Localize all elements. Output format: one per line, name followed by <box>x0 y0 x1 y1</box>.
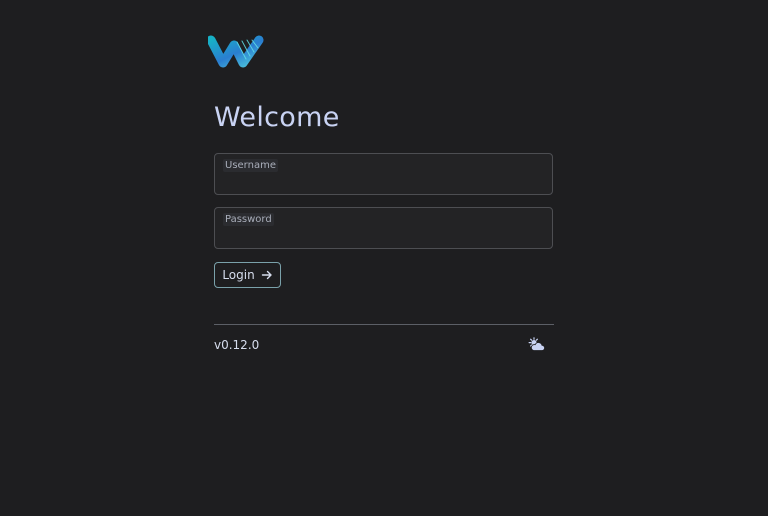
username-input[interactable] <box>225 173 543 191</box>
version-label: v0.12.0 <box>214 338 260 352</box>
login-button-label: Login <box>222 268 255 282</box>
password-field[interactable]: Password <box>214 207 553 249</box>
footer-divider <box>214 324 554 325</box>
username-field[interactable]: Username <box>214 153 553 195</box>
arrow-right-icon <box>261 270 272 280</box>
login-page: Welcome Username Password Login v0.12.0 <box>0 0 768 516</box>
sun-cloud-icon[interactable] <box>528 337 545 352</box>
password-label: Password <box>223 213 274 226</box>
username-label: Username <box>223 159 278 172</box>
password-input[interactable] <box>225 227 543 245</box>
page-title: Welcome <box>214 102 340 133</box>
w-wave-logo-icon <box>208 35 264 68</box>
login-button[interactable]: Login <box>214 262 281 288</box>
